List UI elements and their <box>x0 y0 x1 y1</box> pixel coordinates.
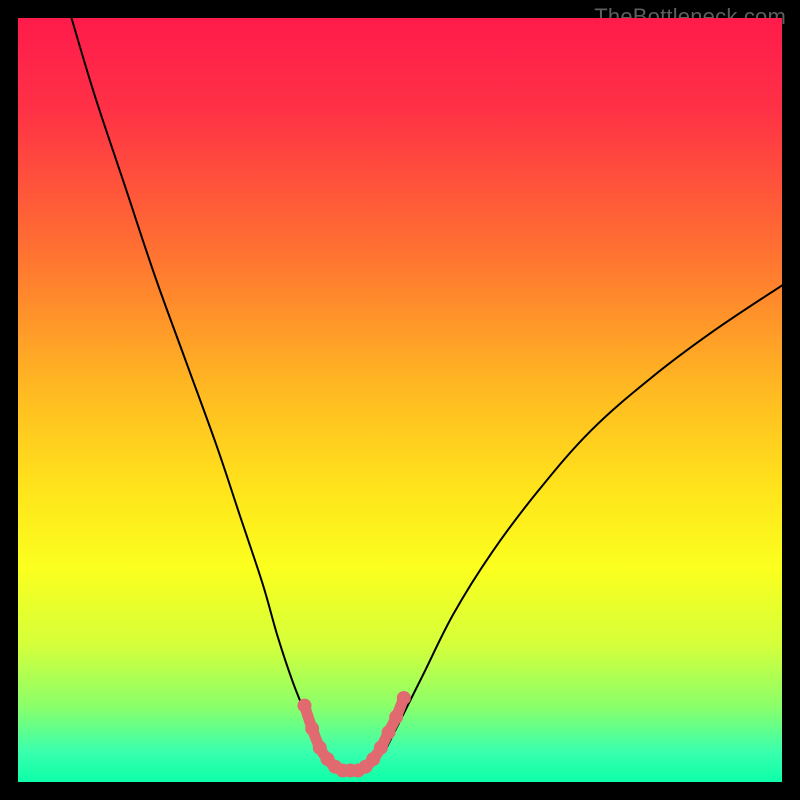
trough-marker <box>382 725 396 739</box>
trough-marker <box>313 741 327 755</box>
trough-marker <box>298 699 312 713</box>
trough-marker <box>366 752 380 766</box>
gradient-background <box>18 18 782 782</box>
trough-marker <box>305 722 319 736</box>
chart-svg <box>18 18 782 782</box>
trough-marker <box>397 691 411 705</box>
trough-marker <box>389 710 403 724</box>
trough-marker <box>374 741 388 755</box>
chart-frame: TheBottleneck.com <box>0 0 800 800</box>
plot-area <box>18 18 782 782</box>
